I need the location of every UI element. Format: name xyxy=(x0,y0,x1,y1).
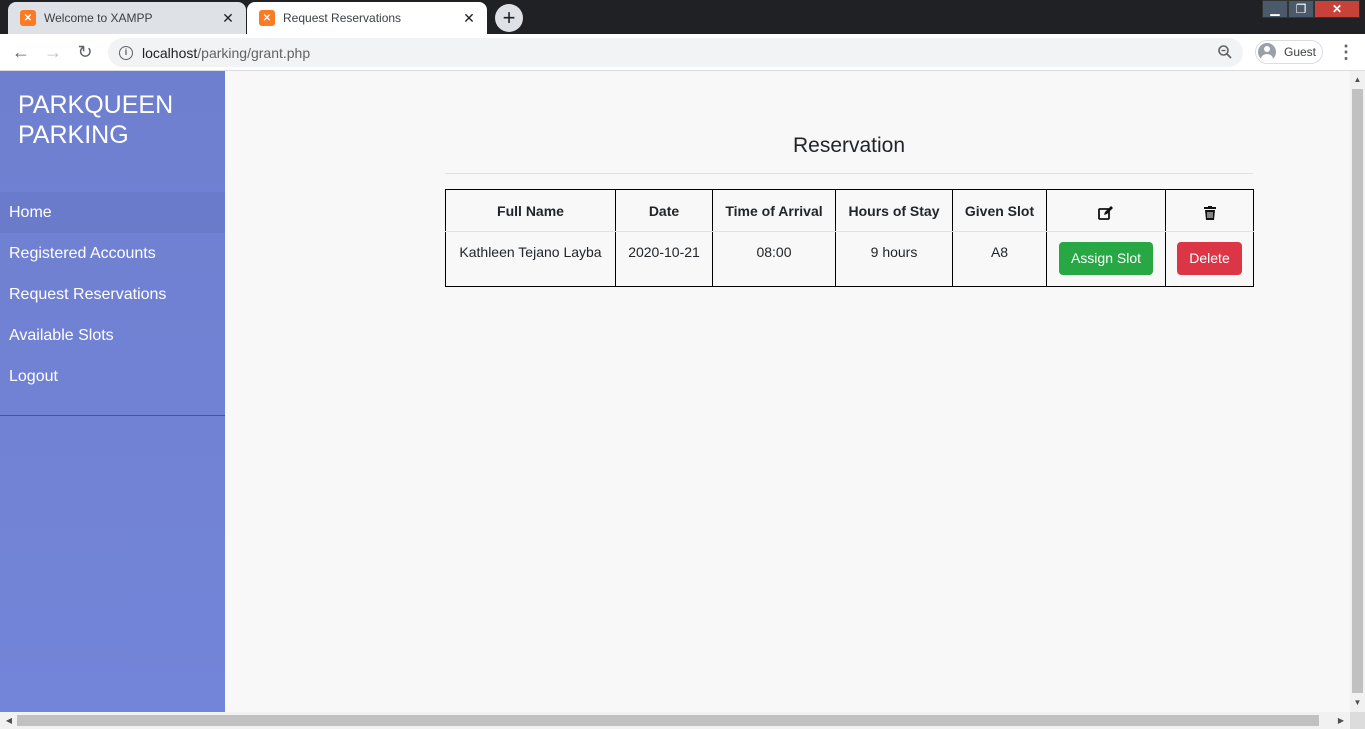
column-header-date: Date xyxy=(615,189,713,232)
browser-toolbar: ← → ↻ i localhost/parking/grant.php Gues… xyxy=(0,34,1365,71)
tab-title: Welcome to XAMPP xyxy=(44,11,153,25)
cell-time-of-arrival: 08:00 xyxy=(712,231,836,287)
trash-icon xyxy=(1203,206,1216,220)
column-header-hours-of-stay: Hours of Stay xyxy=(835,189,953,232)
sidebar-item-registered-accounts[interactable]: Registered Accounts xyxy=(0,233,225,274)
cell-full-name: Kathleen Tejano Layba xyxy=(445,231,616,287)
profile-label: Guest xyxy=(1284,45,1317,59)
page-title: Reservation xyxy=(792,134,906,157)
profile-button[interactable]: Guest xyxy=(1255,40,1323,64)
sidebar-item-home[interactable]: Home xyxy=(0,192,225,233)
close-icon[interactable]: ✕ xyxy=(461,10,477,26)
table-row: Kathleen Tejano Layba 2020-10-21 08:00 9… xyxy=(445,231,1254,287)
vertical-scrollbar[interactable]: ▲ ▼ xyxy=(1350,71,1365,712)
tab-request-reservations[interactable]: ✕ Request Reservations ✕ xyxy=(247,2,487,34)
sidebar-item-logout[interactable]: Logout xyxy=(0,356,225,397)
brand-line-1: PARKQUEEN xyxy=(18,91,174,119)
scroll-down-arrow-icon[interactable]: ▼ xyxy=(1353,697,1362,709)
maximize-button[interactable]: ❐ xyxy=(1288,0,1314,18)
delete-button[interactable]: Delete xyxy=(1177,242,1242,275)
cell-given-slot: A8 xyxy=(952,231,1047,287)
tab-welcome-to-xampp[interactable]: ✕ Welcome to XAMPP ✕ xyxy=(8,2,246,34)
sidebar-item-available-slots[interactable]: Available Slots xyxy=(0,315,225,356)
back-arrow-icon[interactable]: ← xyxy=(9,40,33,64)
sidebar-item-request-reservations[interactable]: Request Reservations xyxy=(0,274,225,315)
tab-title: Request Reservations xyxy=(283,11,402,25)
xampp-icon: ✕ xyxy=(20,10,36,26)
column-header-delete xyxy=(1165,189,1254,232)
more-menu-icon[interactable]: ⋮ xyxy=(1337,41,1355,63)
window-close-button[interactable]: ✕ xyxy=(1314,0,1360,18)
xampp-icon: ✕ xyxy=(259,10,275,26)
column-header-full-name: Full Name xyxy=(445,189,616,232)
scroll-up-arrow-icon[interactable]: ▲ xyxy=(1353,74,1362,86)
cell-date: 2020-10-21 xyxy=(615,231,713,287)
assign-slot-button[interactable]: Assign Slot xyxy=(1058,242,1154,275)
info-icon[interactable]: i xyxy=(119,45,133,60)
scroll-left-arrow-icon[interactable]: ◀ xyxy=(3,715,15,726)
minimize-button[interactable]: ▁ xyxy=(1262,0,1288,18)
url-host: localhost xyxy=(142,44,198,61)
horizontal-scrollbar[interactable]: ◀ ▶ xyxy=(0,712,1350,729)
vertical-scroll-thumb[interactable] xyxy=(1352,89,1363,693)
forward-arrow-icon[interactable]: → xyxy=(41,40,65,64)
cell-hours-of-stay: 9 hours xyxy=(835,231,953,287)
edit-icon xyxy=(1098,206,1114,220)
avatar-icon xyxy=(1258,43,1276,61)
column-header-time-of-arrival: Time of Arrival xyxy=(712,189,836,232)
heading-divider xyxy=(445,173,1253,174)
column-header-edit xyxy=(1046,189,1166,232)
cell-delete: Delete xyxy=(1165,231,1254,287)
new-tab-button[interactable]: + xyxy=(495,4,523,32)
horizontal-scroll-thumb[interactable] xyxy=(17,715,1319,726)
url-text: localhost/parking/grant.php xyxy=(142,45,310,61)
sidebar-divider xyxy=(0,415,225,416)
brand-title: PARKQUEEN PARKING xyxy=(18,90,218,150)
scrollbar-corner xyxy=(1350,712,1365,729)
close-icon[interactable]: ✕ xyxy=(220,10,236,26)
reload-icon[interactable]: ↻ xyxy=(73,40,97,64)
table-header-row: Full Name Date Time of Arrival Hours of … xyxy=(445,189,1254,232)
browser-tab-strip: ✕ Welcome to XAMPP ✕ ✕ Request Reservati… xyxy=(0,0,1365,34)
cell-assign: Assign Slot xyxy=(1046,231,1166,287)
sidebar-nav: Home Registered Accounts Request Reserva… xyxy=(0,192,225,397)
main-content: Reservation Full Name Date Time of Arriv… xyxy=(225,71,1350,712)
reservation-table: Full Name Date Time of Arrival Hours of … xyxy=(445,189,1254,287)
column-header-given-slot: Given Slot xyxy=(952,189,1047,232)
brand-line-2: PARKING xyxy=(18,121,129,149)
url-path: /parking/grant.php xyxy=(197,44,311,61)
scroll-right-arrow-icon[interactable]: ▶ xyxy=(1335,715,1347,726)
address-bar[interactable]: i localhost/parking/grant.php xyxy=(108,38,1243,67)
zoom-icon[interactable] xyxy=(1217,44,1233,60)
sidebar: PARKQUEEN PARKING Home Registered Accoun… xyxy=(0,71,225,712)
